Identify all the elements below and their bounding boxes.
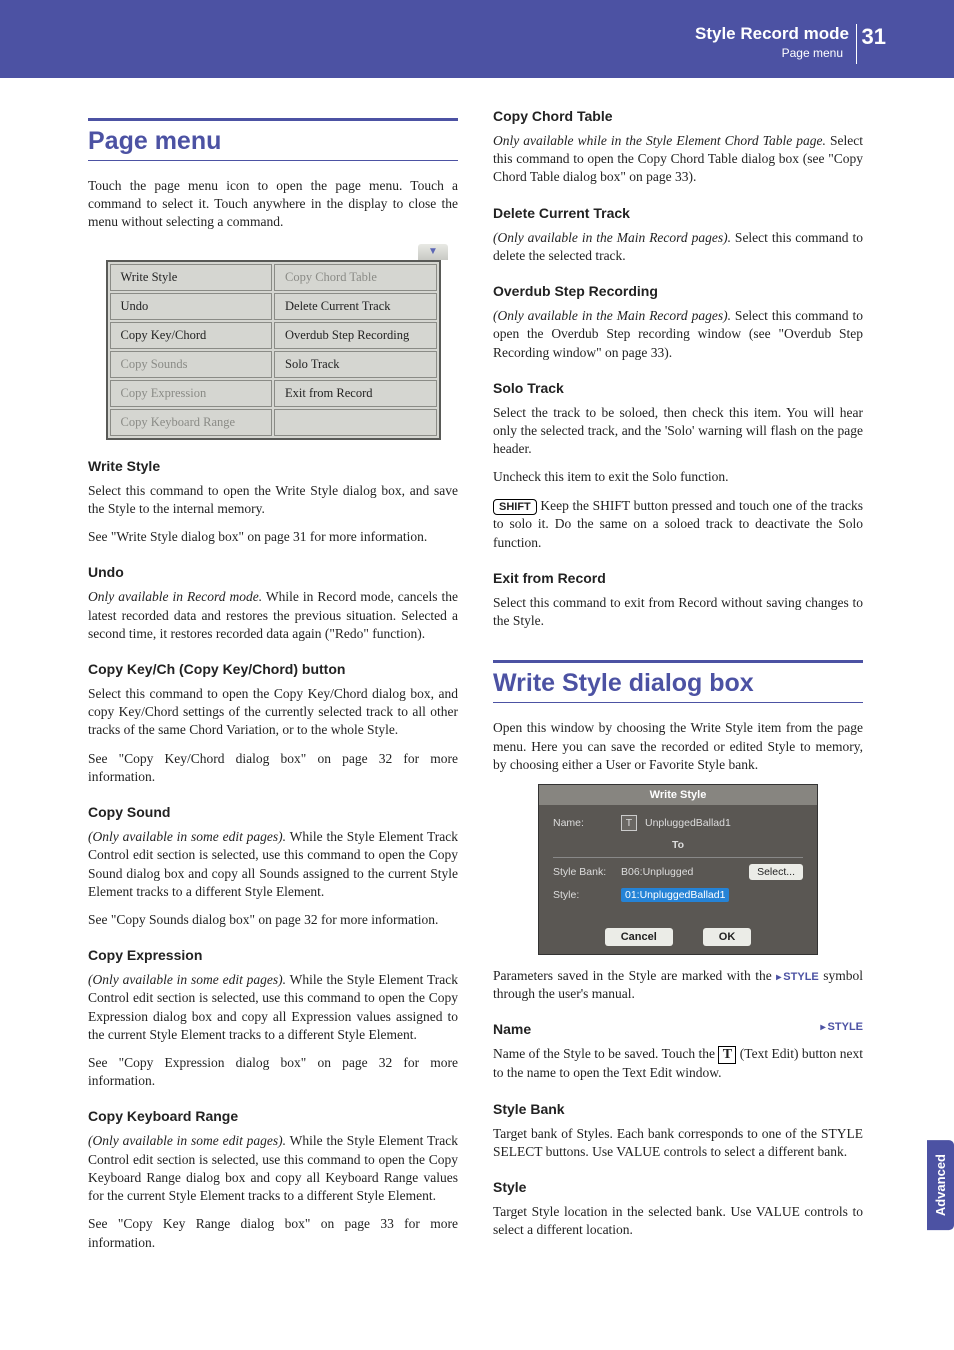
left-column: Page menu Touch the page menu icon to op… [88, 108, 458, 1262]
menu-item: Exit from Record [274, 380, 437, 407]
body-text: Parameters saved in the Style are marked… [493, 967, 863, 1003]
heading-solo-track: Solo Track [493, 380, 863, 396]
menu-item: Copy Expression [110, 380, 273, 407]
section-page-menu: Page menu [88, 118, 458, 161]
body-text: Only available in Record mode. While in … [88, 588, 458, 643]
body-text: See "Write Style dialog box" on page 31 … [88, 528, 458, 546]
style-marker-icon: STYLE [821, 1021, 863, 1033]
section-write-style-dialog: Write Style dialog box [493, 660, 863, 703]
dialog-bank-label: Style Bank: [553, 866, 613, 878]
dialog-bank-value: B06:Unplugged [621, 866, 693, 878]
dialog-select-button: Select... [749, 864, 803, 880]
page-header: Style Record mode Page menu 31 [0, 0, 954, 78]
right-column: Copy Chord Table Only available while in… [493, 108, 863, 1262]
heading-style: Style [493, 1179, 863, 1195]
write-style-dialog-screenshot: Write Style Name: T UnpluggedBallad1 To … [538, 784, 818, 955]
body-text: See "Copy Sounds dialog box" on page 32 … [88, 911, 458, 929]
heading-copy-expression: Copy Expression [88, 947, 458, 963]
body-text: See "Copy Key Range dialog box" on page … [88, 1215, 458, 1251]
dialog-style-value: 01:UnpluggedBallad1 [621, 888, 729, 902]
menu-item: Undo [110, 293, 273, 320]
dialog-ok-button: OK [703, 928, 752, 946]
body-text: Select the track to be soloed, then chec… [493, 404, 863, 459]
heading-copy-kbd-range: Copy Keyboard Range [88, 1108, 458, 1124]
body-text: Select this command to open the Write St… [88, 482, 458, 518]
body-text: Uncheck this item to exit the Solo funct… [493, 468, 863, 486]
menu-item: Copy Chord Table [274, 264, 437, 291]
body-text: Select this command to exit from Record … [493, 594, 863, 630]
body-text: Select this command to open the Copy Key… [88, 685, 458, 740]
dialog-title: Write Style [539, 785, 817, 805]
body-text: Target Style location in the selected ba… [493, 1203, 863, 1239]
header-title: Style Record mode [695, 24, 849, 44]
text-edit-icon: T [621, 815, 637, 831]
heading-exit-record: Exit from Record [493, 570, 863, 586]
heading-write-style: Write Style [88, 458, 458, 474]
body-text: (Only available in the Main Record pages… [493, 229, 863, 265]
side-tab-advanced: Advanced [927, 1140, 954, 1230]
menu-item: Copy Sounds [110, 351, 273, 378]
menu-item: Copy Keyboard Range [110, 409, 273, 436]
style-marker-icon: STYLE [776, 971, 818, 983]
heading-style-bank: Style Bank [493, 1101, 863, 1117]
body-text: SHIFT Keep the SHIFT button pressed and … [493, 497, 863, 552]
dialog-name-value: UnpluggedBallad1 [645, 817, 731, 829]
body-text: Open this window by choosing the Write S… [493, 719, 863, 774]
header-divider [856, 24, 857, 64]
body-text: Only available while in the Style Elemen… [493, 132, 863, 187]
body-text: See "Copy Expression dialog box" on page… [88, 1054, 458, 1090]
menu-dropdown-icon: ▼ [418, 244, 448, 260]
body-text: Target bank of Styles. Each bank corresp… [493, 1125, 863, 1161]
body-text: (Only available in some edit pages). Whi… [88, 1132, 458, 1205]
heading-copy-sound: Copy Sound [88, 804, 458, 820]
page-number: 31 [862, 24, 886, 50]
heading-undo: Undo [88, 564, 458, 580]
page-menu-intro: Touch the page menu icon to open the pag… [88, 177, 458, 232]
menu-item: Delete Current Track [274, 293, 437, 320]
body-text: Name of the Style to be saved. Touch the… [493, 1045, 863, 1082]
heading-name: NameSTYLE [493, 1021, 863, 1037]
menu-item: Overdub Step Recording [274, 322, 437, 349]
menu-item: Solo Track [274, 351, 437, 378]
body-text: (Only available in the Main Record pages… [493, 307, 863, 362]
dialog-name-label: Name: [553, 817, 613, 829]
menu-item [274, 409, 437, 436]
heading-copy-chord: Copy Chord Table [493, 108, 863, 124]
menu-item: Copy Key/Chord [110, 322, 273, 349]
body-text: (Only available in some edit pages). Whi… [88, 971, 458, 1044]
text-edit-icon: T [718, 1046, 736, 1064]
menu-item: Write Style [110, 264, 273, 291]
heading-overdub: Overdub Step Recording [493, 283, 863, 299]
body-text: (Only available in some edit pages). Whi… [88, 828, 458, 901]
dialog-to-label: To [553, 839, 803, 851]
heading-delete-track: Delete Current Track [493, 205, 863, 221]
heading-copy-key: Copy Key/Ch (Copy Key/Chord) button [88, 661, 458, 677]
body-text: See "Copy Key/Chord dialog box" on page … [88, 750, 458, 786]
shift-key-icon: SHIFT [493, 499, 537, 516]
dialog-style-label: Style: [553, 889, 613, 901]
page-menu-screenshot: Write StyleCopy Chord Table UndoDelete C… [106, 260, 441, 440]
header-subtitle: Page menu [695, 46, 849, 60]
dialog-cancel-button: Cancel [605, 928, 673, 946]
